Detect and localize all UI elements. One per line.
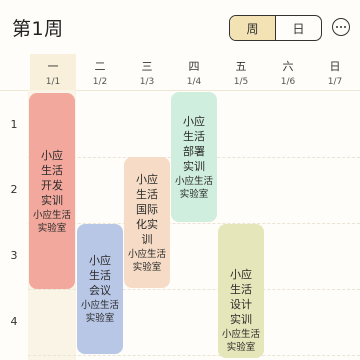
header-bar: 第1周 周 日 bbox=[0, 0, 360, 54]
course-name: 小应生活会议 bbox=[89, 254, 111, 297]
day-date: 1/3 bbox=[139, 77, 155, 87]
day-header-wed: 三 1/3 bbox=[124, 54, 170, 90]
course-card-meeting[interactable]: 小应生活会议 小应生活实验室 bbox=[77, 224, 123, 354]
grid-line bbox=[28, 223, 360, 224]
day-date: 1/6 bbox=[280, 77, 296, 87]
day-name: 三 bbox=[141, 60, 153, 73]
day-header-sat: 六 1/6 bbox=[265, 54, 311, 90]
day-name: 四 bbox=[188, 60, 200, 73]
week-title[interactable]: 第1周 bbox=[12, 14, 64, 41]
course-card-deploy-training[interactable]: 小应生活部署实训 小应生活实验室 bbox=[171, 92, 217, 222]
day-name: 六 bbox=[282, 60, 294, 73]
day-name: 一 bbox=[47, 60, 59, 73]
view-week-button[interactable]: 周 bbox=[230, 16, 276, 40]
day-header-mon: 一 1/1 bbox=[30, 54, 76, 90]
timetable-grid: 1 2 3 4 小应生活开发实训 小应生活实验室 小应生活会议 小应生活实验室 … bbox=[0, 90, 360, 360]
course-room: 小应生活实验室 bbox=[127, 248, 166, 273]
day-date: 1/7 bbox=[327, 77, 343, 87]
day-header-fri: 五 1/5 bbox=[218, 54, 264, 90]
course-name: 小应生活国际化实训 bbox=[136, 172, 158, 246]
course-card-design-training[interactable]: 小应生活设计实训 小应生活实验室 bbox=[218, 224, 264, 358]
course-name: 小应生活开发实训 bbox=[41, 148, 63, 207]
course-room: 小应生活实验室 bbox=[221, 329, 260, 353]
course-card-i18n-training[interactable]: 小应生活国际化实训 小应生活实验室 bbox=[124, 157, 170, 288]
day-header-tue: 二 1/2 bbox=[77, 54, 123, 90]
day-date: 1/4 bbox=[186, 77, 202, 87]
view-toggle[interactable]: 周 日 bbox=[229, 15, 322, 41]
course-room: 小应生活实验室 bbox=[80, 300, 119, 324]
day-name: 日 bbox=[329, 60, 341, 73]
period-number: 3 bbox=[10, 249, 18, 262]
period-number: 4 bbox=[10, 315, 18, 328]
day-header-sun: 日 1/7 bbox=[312, 54, 358, 90]
day-date: 1/5 bbox=[233, 77, 249, 87]
day-header-row: 一 1/1 二 1/2 三 1/3 四 1/4 五 1/5 六 1/6 日 1/… bbox=[0, 54, 360, 91]
course-name: 小应生活部署实训 bbox=[183, 114, 205, 173]
day-date: 1/2 bbox=[92, 77, 108, 87]
day-date: 1/1 bbox=[45, 77, 61, 87]
course-room: 小应生活实验室 bbox=[174, 175, 213, 200]
course-card-dev-training[interactable]: 小应生活开发实训 小应生活实验室 bbox=[29, 93, 75, 289]
view-day-button[interactable]: 日 bbox=[276, 16, 321, 40]
grid-line bbox=[28, 355, 360, 356]
more-horizontal-icon[interactable] bbox=[332, 18, 350, 36]
course-room: 小应生活实验室 bbox=[32, 209, 71, 234]
day-header-thu: 四 1/4 bbox=[171, 54, 217, 90]
period-number: 1 bbox=[10, 118, 18, 131]
day-name: 五 bbox=[235, 60, 247, 73]
course-name: 小应生活设计实训 bbox=[230, 268, 252, 326]
day-name: 二 bbox=[94, 60, 106, 73]
period-number: 2 bbox=[10, 183, 18, 196]
